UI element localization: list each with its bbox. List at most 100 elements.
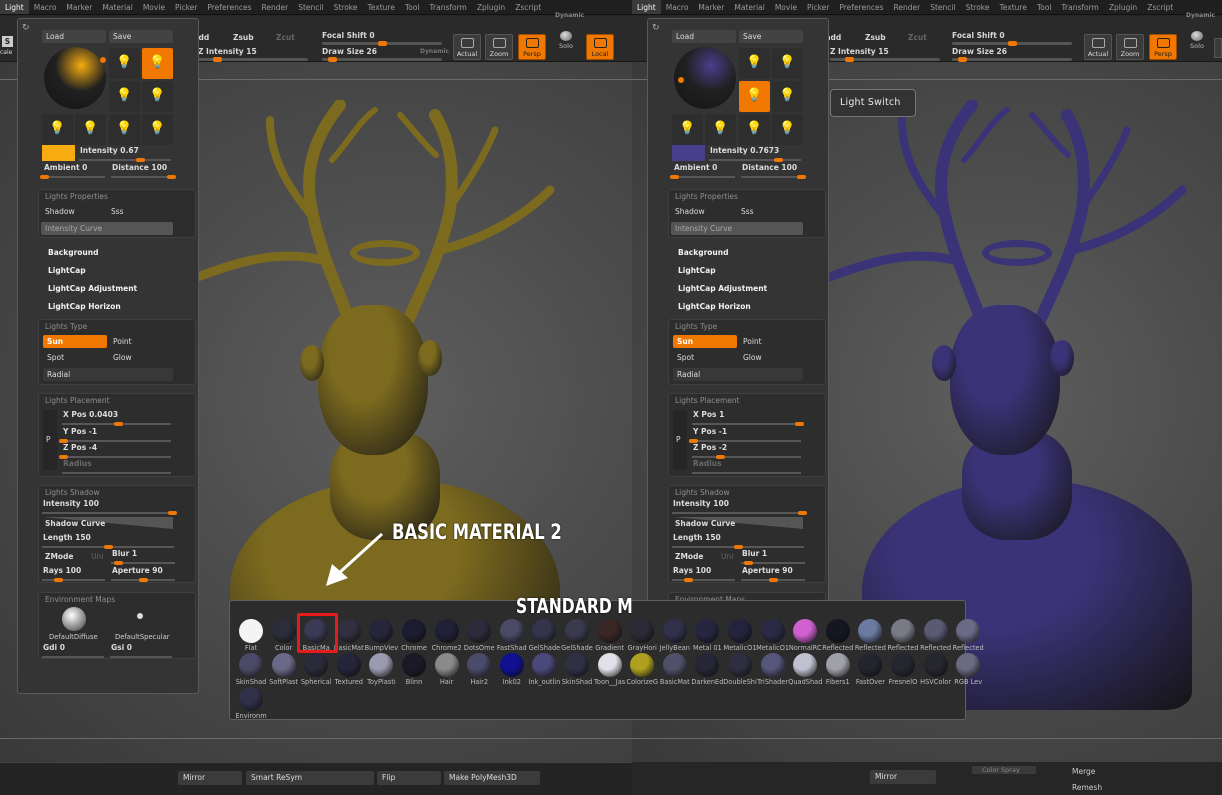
lightcap-button[interactable]: LightCap <box>678 266 716 275</box>
menu-zscript[interactable]: Zscript <box>510 0 546 14</box>
focal-shift-track[interactable] <box>322 41 442 46</box>
menu-movie[interactable]: Movie <box>138 0 170 14</box>
material-swatch[interactable]: NormalRC <box>788 617 822 654</box>
light-bulb-icon[interactable]: 💡 <box>739 114 770 145</box>
material-swatch[interactable]: RGB Lev <box>951 651 985 688</box>
rays-slider-track[interactable] <box>42 579 105 581</box>
glow-button[interactable]: Glow <box>739 351 803 364</box>
draw-size-slider[interactable]: Draw Size 26 <box>322 47 377 56</box>
sun-button[interactable]: Sun <box>673 335 737 348</box>
material-swatch[interactable]: Ink02 <box>495 651 529 688</box>
zsub-button[interactable]: Zsub <box>233 33 254 42</box>
persp-button[interactable]: Persp <box>1149 34 1177 60</box>
material-swatch[interactable]: Gradient <box>593 617 627 654</box>
distance-slider-track[interactable] <box>111 176 173 178</box>
material-swatch[interactable]: Textured <box>332 651 366 688</box>
scale-button[interactable]: S <box>2 36 13 47</box>
menu-stencil[interactable]: Stencil <box>925 0 960 14</box>
radius-slider[interactable]: Radius <box>689 458 804 476</box>
light-bulb-icon[interactable]: 💡 <box>772 114 803 145</box>
shadow-intensity-slider-track[interactable] <box>42 512 174 514</box>
solo-button[interactable]: Dynamic Solo <box>1186 12 1215 50</box>
color-spray-thumb[interactable]: Color Spray <box>972 766 1036 774</box>
draw-size-knob[interactable] <box>327 57 337 62</box>
ambient-slider-knob[interactable] <box>670 175 679 179</box>
material-swatch[interactable]: MetalicO1 <box>723 617 757 654</box>
uni-button[interactable]: Uni <box>91 552 103 561</box>
material-swatch[interactable]: Chrome <box>397 617 431 654</box>
radius-slider-track[interactable] <box>692 472 801 474</box>
gdi-slider[interactable]: Gdi 0 <box>39 642 107 660</box>
menu-tool[interactable]: Tool <box>1032 0 1057 14</box>
lightcap-adjustment-button[interactable]: LightCap Adjustment <box>678 284 767 293</box>
refresh-icon[interactable]: ↻ <box>652 23 660 33</box>
material-swatch[interactable]: Hair <box>430 651 464 688</box>
distance-slider-knob[interactable] <box>167 175 176 179</box>
ambient-slider-track[interactable] <box>673 176 735 178</box>
distance-slider[interactable]: Distance 100 <box>738 162 806 180</box>
intensity-curve-button[interactable]: Intensity Curve <box>671 222 803 235</box>
ambient-slider-knob[interactable] <box>40 175 49 179</box>
sss-button[interactable]: Sss <box>737 205 801 218</box>
material-swatch[interactable]: Reflected <box>919 617 953 654</box>
radius-slider[interactable]: Radius <box>59 458 174 476</box>
light-bulb-icon[interactable]: 💡 <box>672 114 703 145</box>
focal-shift-slider[interactable]: Focal Shift 0 <box>322 31 375 40</box>
menu-marker[interactable]: Marker <box>61 0 97 14</box>
light-color-swatch[interactable] <box>42 145 75 161</box>
solo-button[interactable]: Dynamic Solo <box>555 12 584 50</box>
actual-button[interactable]: Actual <box>453 34 481 60</box>
light-bulb-icon[interactable]: 💡 <box>772 81 803 112</box>
light-bulb-icon[interactable]: 💡 <box>109 81 140 112</box>
x-pos-slider[interactable]: X Pos 1 <box>689 409 804 427</box>
make-polymesh3d-button[interactable]: Make PolyMesh3D <box>444 771 540 785</box>
material-swatch[interactable]: Reflected <box>853 617 887 654</box>
intensity-curve-button[interactable]: Intensity Curve <box>41 222 173 235</box>
menu-material[interactable]: Material <box>729 0 769 14</box>
light-position-dot[interactable] <box>100 57 106 63</box>
zcut-button[interactable]: Zcut <box>908 33 927 42</box>
rays-slider-knob[interactable] <box>684 578 693 582</box>
light-bulb-icon[interactable]: 💡 <box>705 114 736 145</box>
blur-slider[interactable]: Blur 1 <box>738 548 808 566</box>
material-swatch[interactable]: FresnelO <box>886 651 920 688</box>
zmode-button[interactable]: ZMode <box>45 552 74 561</box>
remesh-button[interactable]: Remesh <box>1072 783 1102 792</box>
ambient-slider[interactable]: Ambient 0 <box>670 162 738 180</box>
zoom-button[interactable]: Zoom <box>1116 34 1144 60</box>
material-swatch[interactable]: BasicMat <box>658 651 692 688</box>
z-intensity-knob[interactable] <box>213 57 223 62</box>
menu-material[interactable]: Material <box>97 0 137 14</box>
distance-slider-knob[interactable] <box>797 175 806 179</box>
menu-stroke[interactable]: Stroke <box>961 0 995 14</box>
intensity-slider[interactable]: Intensity 0.67 <box>76 145 174 163</box>
material-swatch[interactable]: QuadShad <box>788 651 822 688</box>
mirror-button[interactable]: Mirror <box>178 771 242 785</box>
radius-slider-track[interactable] <box>62 472 171 474</box>
default-specular-thumb[interactable] <box>137 613 143 619</box>
shadow-intensity-slider[interactable]: Intensity 100 <box>39 498 177 516</box>
menu-zplugin[interactable]: Zplugin <box>1104 0 1142 14</box>
aperture-slider[interactable]: Aperture 90 <box>108 565 178 583</box>
material-swatch[interactable]: ColorizeG <box>625 651 659 688</box>
material-swatch[interactable]: FastOver <box>853 651 887 688</box>
shadow-button[interactable]: Shadow <box>41 205 105 218</box>
material-swatch[interactable]: Reflected <box>951 617 985 654</box>
aperture-slider-knob[interactable] <box>768 578 778 582</box>
light-bulb-icon[interactable]: 💡 <box>142 114 173 145</box>
material-swatch[interactable]: Ink_outlin <box>527 651 561 688</box>
menu-zscript[interactable]: Zscript <box>1142 0 1178 14</box>
x-pos-slider[interactable]: X Pos 0.0403 <box>59 409 174 427</box>
material-swatch[interactable]: Environm <box>234 685 268 722</box>
material-swatch[interactable]: Reflected <box>821 617 855 654</box>
intensity-slider-track[interactable] <box>709 159 801 161</box>
light-color-swatch[interactable] <box>672 145 705 161</box>
material-swatch[interactable]: Color <box>267 617 301 654</box>
load-button[interactable]: Load <box>672 30 736 43</box>
environment-maps-header[interactable]: Environment Maps <box>45 595 115 604</box>
menu-stroke[interactable]: Stroke <box>329 0 363 14</box>
background-button[interactable]: Background <box>48 248 98 257</box>
menu-picker[interactable]: Picker <box>802 0 834 14</box>
light-bulb-icon[interactable]: 💡 <box>42 114 73 145</box>
zmode-button[interactable]: ZMode <box>675 552 704 561</box>
